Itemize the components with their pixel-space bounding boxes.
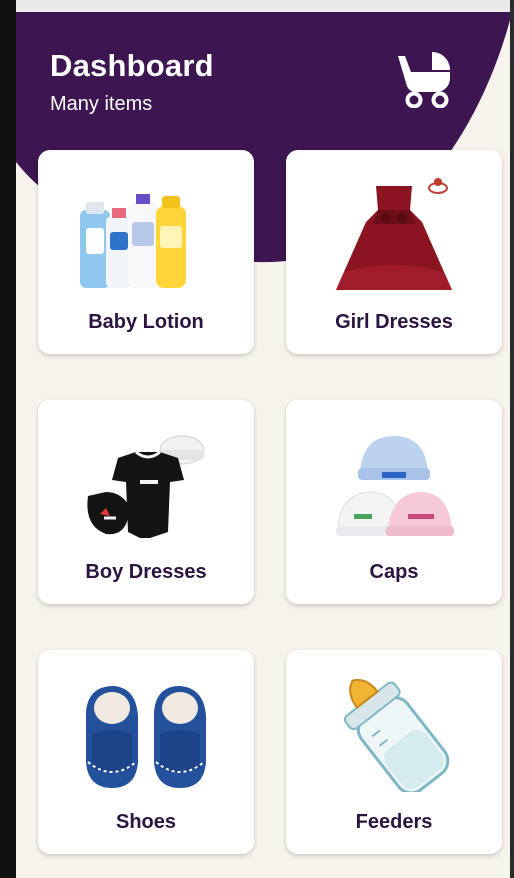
page-subtitle: Many items (50, 93, 153, 115)
onesie-icon (87, 435, 205, 538)
app-window: Dashboard Many items Baby Lotion Girl Dr… (0, 0, 514, 878)
category-card-baby-lotion[interactable]: Baby Lotion (38, 150, 254, 354)
device-bezel (0, 0, 16, 878)
baby-shoes-icon (86, 686, 206, 788)
category-card-caps[interactable]: Caps (286, 400, 502, 604)
baby-caps-icon (336, 436, 454, 536)
girl-dress-icon (336, 178, 452, 290)
page-title: Dashboard (50, 48, 214, 83)
category-label: Baby Lotion (88, 311, 204, 333)
window-top-edge (0, 0, 514, 12)
device-edge (510, 0, 514, 878)
category-card-girl-dresses[interactable]: Girl Dresses (286, 150, 502, 354)
category-card-boy-dresses[interactable]: Boy Dresses (38, 400, 254, 604)
category-label: Feeders (355, 811, 433, 833)
dashboard-screen: Dashboard Many items Baby Lotion Girl Dr… (16, 12, 510, 878)
baby-stroller-icon[interactable] (392, 50, 458, 108)
feeding-bottle-icon (343, 679, 450, 792)
category-card-shoes[interactable]: Shoes (38, 650, 254, 854)
category-label: Shoes (115, 811, 177, 833)
category-label: Boy Dresses (85, 561, 207, 583)
category-card-feeders[interactable]: Feeders (286, 650, 502, 854)
category-label: Girl Dresses (335, 311, 453, 333)
lotion-bottles-icon (80, 194, 186, 288)
category-label: Caps (369, 561, 419, 583)
